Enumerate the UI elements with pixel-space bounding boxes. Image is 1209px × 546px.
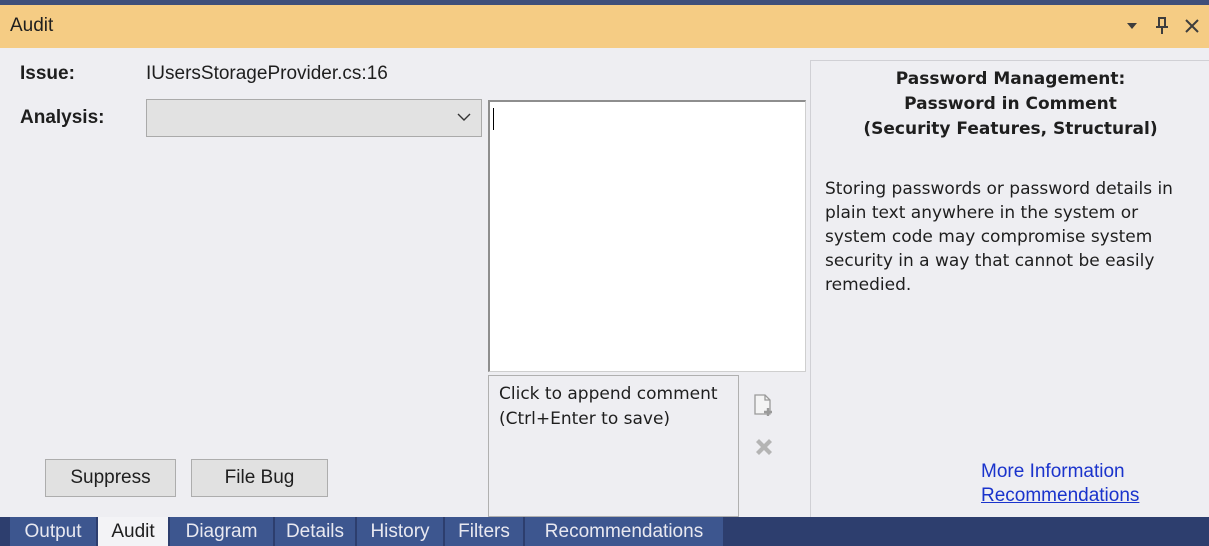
tab-diagram[interactable]: Diagram — [170, 517, 273, 546]
comment-history-textarea[interactable] — [488, 100, 806, 372]
analysis-dropdown[interactable] — [146, 99, 482, 137]
analysis-label: Analysis: — [20, 107, 105, 128]
pin-icon[interactable] — [1151, 14, 1173, 38]
window-position-dropdown-icon[interactable] — [1121, 14, 1143, 38]
recommendations-link[interactable]: Recommendations — [981, 485, 1139, 507]
issue-category-title: Password Management: Password in Comment… — [811, 67, 1209, 142]
tab-recommendations[interactable]: Recommendations — [525, 517, 723, 546]
issue-label: Issue: — [20, 63, 75, 84]
delete-comment-icon[interactable] — [752, 435, 776, 461]
bottom-tab-bar: Output Audit Diagram Details History Fil… — [0, 517, 1209, 546]
audit-title-bar: Audit — [0, 0, 1209, 48]
tab-output[interactable]: Output — [10, 517, 96, 546]
more-information-link[interactable]: More Information — [981, 461, 1125, 483]
tab-audit[interactable]: Audit — [98, 517, 168, 546]
add-comment-icon[interactable] — [752, 393, 776, 419]
close-icon[interactable] — [1181, 14, 1203, 38]
tab-filters[interactable]: Filters — [445, 517, 523, 546]
text-caret — [493, 108, 494, 130]
audit-panel: Issue: IUsersStorageProvider.cs:16 Analy… — [0, 48, 1209, 517]
suppress-button[interactable]: Suppress — [45, 459, 176, 497]
title-bar-controls — [1121, 14, 1203, 38]
window-title: Audit — [10, 15, 54, 36]
file-bug-button[interactable]: File Bug — [191, 459, 328, 497]
issue-description: Storing passwords or password details in… — [825, 179, 1173, 295]
chevron-down-icon — [457, 108, 471, 132]
issue-title-line: Password in Comment — [904, 94, 1117, 114]
tab-history[interactable]: History — [357, 517, 443, 546]
issue-location: IUsersStorageProvider.cs:16 — [146, 63, 388, 84]
tab-details[interactable]: Details — [275, 517, 355, 546]
issue-title-line: Password Management: — [895, 69, 1126, 89]
append-comment-input[interactable]: Click to append comment (Ctrl+Enter to s… — [488, 375, 739, 517]
issue-info-panel: Password Management: Password in Comment… — [810, 60, 1209, 517]
issue-title-line: (Security Features, Structural) — [863, 119, 1158, 139]
